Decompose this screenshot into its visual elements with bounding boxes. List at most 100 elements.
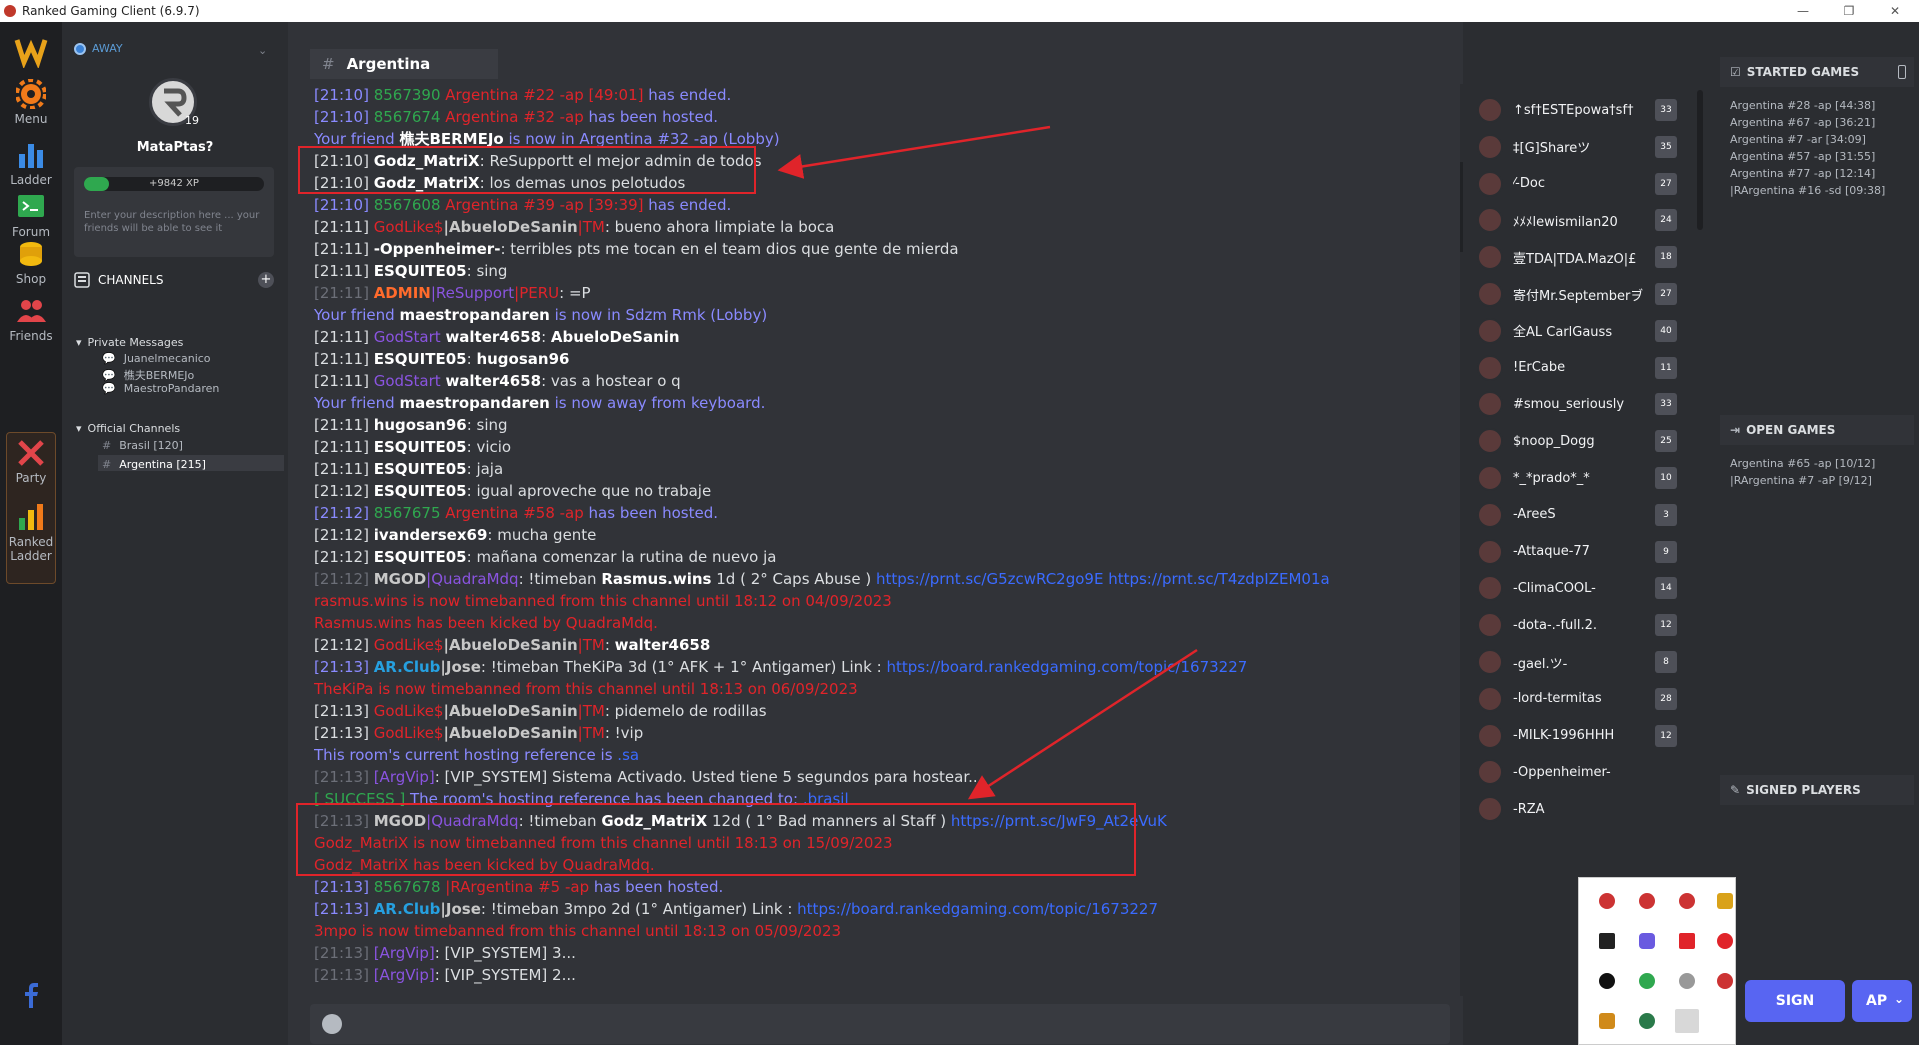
game-item[interactable]: Argentina #28 -ap [44:38] xyxy=(1730,97,1885,114)
sign-button[interactable]: SIGN xyxy=(1745,980,1845,1022)
member-item[interactable]: 全AL CarlGauss 40 xyxy=(1477,313,1677,349)
member-avatar xyxy=(1477,759,1503,786)
game-item[interactable]: Argentina #7 -ar [34:09] xyxy=(1730,131,1885,148)
scroll-indicator-icon xyxy=(1898,65,1906,79)
member-name: 全AL CarlGauss xyxy=(1513,325,1613,341)
member-item[interactable]: $noop_Dogg 25 xyxy=(1477,423,1677,459)
member-level-badge: 33 xyxy=(1655,393,1677,416)
member-item[interactable]: *_*prado*_* 10 xyxy=(1477,460,1677,496)
member-name: ⁄-Doc xyxy=(1513,176,1545,192)
member-avatar xyxy=(1477,317,1503,344)
tray-app-icon[interactable] xyxy=(1639,1013,1655,1029)
member-item[interactable]: 壹TDA|TDA.MazO|£ 18 xyxy=(1477,239,1677,275)
member-level-badge: 27 xyxy=(1655,283,1677,305)
member-avatar xyxy=(1477,538,1503,565)
member-avatar xyxy=(1477,354,1503,381)
tray-controller-icon[interactable] xyxy=(1639,933,1655,949)
member-name: -Oppenheimer- xyxy=(1513,764,1611,780)
member-level-badge: 3 xyxy=(1655,503,1677,526)
mode-label: AP xyxy=(1866,993,1888,1009)
member-avatar xyxy=(1477,170,1503,197)
member-name: !ErCabe xyxy=(1513,360,1566,376)
member-item[interactable]: -RZA xyxy=(1477,791,1677,827)
game-item[interactable]: Argentina #77 -ap [12:14] xyxy=(1730,165,1885,182)
member-name: $noop_Dogg xyxy=(1513,433,1595,449)
member-level-badge: 9 xyxy=(1655,540,1677,563)
tray-amd-icon[interactable] xyxy=(1679,933,1695,949)
member-name: -AreeS xyxy=(1513,507,1556,523)
tray-app-icon[interactable] xyxy=(1599,893,1615,909)
member-avatar xyxy=(1477,281,1503,307)
tray-mic-icon[interactable] xyxy=(1717,973,1733,989)
member-name: -gael.ツ- xyxy=(1513,656,1568,672)
member-item[interactable]: -ClimaCOOL- 14 xyxy=(1477,570,1677,606)
member-item[interactable]: ﾒﾒﾒlewismilan20 24 xyxy=(1477,202,1677,238)
tray-app-icon[interactable] xyxy=(1639,893,1655,909)
member-item[interactable]: !ErCabe 11 xyxy=(1477,350,1677,386)
member-avatar xyxy=(1477,575,1503,602)
tray-lock-icon[interactable] xyxy=(1599,1013,1615,1029)
member-level-badge: 35 xyxy=(1655,135,1677,158)
games-panel: ☑ STARTED GAMES Argentina #28 -ap [44:38… xyxy=(1712,55,1919,1045)
member-item[interactable]: -lord-termitas 28 xyxy=(1477,681,1677,717)
member-level-badge: 18 xyxy=(1655,246,1677,269)
started-games-title: STARTED GAMES xyxy=(1746,65,1860,79)
member-avatar xyxy=(1477,244,1503,271)
member-item[interactable]: #smou_seriously 33 xyxy=(1477,386,1677,422)
member-name: -dota-.-full.2. xyxy=(1513,617,1598,633)
started-games-header: ☑ STARTED GAMES xyxy=(1720,57,1914,87)
member-name: 寄付Mr.Septemberヺ xyxy=(1513,288,1644,304)
member-item[interactable]: ↑sf†ESTEpowa†sf† 33 xyxy=(1477,92,1677,128)
member-avatar xyxy=(1477,722,1503,749)
tray-feather-icon[interactable] xyxy=(1675,1009,1699,1033)
member-item[interactable]: ‡[G]Shareツ 35 xyxy=(1477,129,1677,165)
member-name: ↑sf†ESTEpowa†sf† xyxy=(1513,102,1634,118)
member-name: ‡[G]Shareツ xyxy=(1513,141,1591,157)
game-item[interactable]: |RArgentina #7 -aP [9/12] xyxy=(1730,472,1875,489)
member-level-badge: 8 xyxy=(1655,651,1677,673)
system-tray-popup xyxy=(1578,877,1736,1045)
member-item[interactable]: -MILK-1996HHH 12 xyxy=(1477,718,1677,754)
member-level-badge: 11 xyxy=(1655,356,1677,379)
member-level-badge: 28 xyxy=(1655,687,1677,710)
member-level-badge: 33 xyxy=(1655,99,1677,121)
member-item[interactable]: -gael.ツ- 8 xyxy=(1477,644,1677,680)
enter-icon: ⇥ xyxy=(1730,423,1741,437)
tray-app-icon[interactable] xyxy=(1717,933,1733,949)
member-item[interactable]: -Oppenheimer- xyxy=(1477,754,1677,790)
member-item[interactable]: -Attaque-77 9 xyxy=(1477,534,1677,570)
signed-players-header: ✎ SIGNED PLAYERS xyxy=(1720,775,1914,805)
tray-logitech-icon[interactable] xyxy=(1599,973,1615,989)
member-item[interactable]: -dota-.-full.2. 12 xyxy=(1477,607,1677,643)
chevron-down-icon: ⌄ xyxy=(1893,992,1904,1006)
mode-dropdown[interactable]: AP ⌄ xyxy=(1852,980,1912,1022)
member-avatar xyxy=(1477,685,1503,712)
member-level-badge: 14 xyxy=(1655,577,1677,600)
member-level-badge: 10 xyxy=(1655,467,1677,489)
tray-app-icon[interactable] xyxy=(1679,893,1695,909)
game-item[interactable]: Argentina #67 -ap [36:21] xyxy=(1730,114,1885,131)
member-item[interactable]: 寄付Mr.Septemberヺ 27 xyxy=(1477,276,1677,312)
member-name: *_*prado*_* xyxy=(1513,470,1590,486)
member-item[interactable]: -AreeS 3 xyxy=(1477,497,1677,533)
member-name: ﾒﾒﾒlewismilan20 xyxy=(1513,214,1618,230)
tray-nvidia-icon[interactable] xyxy=(1639,973,1655,989)
members-scrollbar-thumb[interactable] xyxy=(1697,90,1703,230)
tray-epic-icon[interactable] xyxy=(1599,933,1615,949)
member-avatar xyxy=(1477,97,1503,123)
member-name: 壹TDA|TDA.MazO|£ xyxy=(1513,251,1637,267)
game-item[interactable]: Argentina #65 -ap [10/12] xyxy=(1730,455,1875,472)
game-item[interactable]: Argentina #57 -ap [31:55] xyxy=(1730,148,1885,165)
annotation-arrow xyxy=(967,648,1198,800)
member-avatar xyxy=(1477,391,1503,418)
annotation-arrow xyxy=(777,125,1051,179)
member-avatar xyxy=(1477,428,1503,455)
tray-shield-icon[interactable] xyxy=(1717,893,1733,909)
open-games-title: OPEN GAMES xyxy=(1746,423,1836,437)
checkbox-icon: ☑ xyxy=(1730,65,1741,79)
tray-app-icon[interactable] xyxy=(1679,973,1695,989)
member-name: -RZA xyxy=(1513,801,1545,817)
member-level-badge: 27 xyxy=(1655,172,1677,195)
member-item[interactable]: ⁄-Doc 27 xyxy=(1477,166,1677,202)
game-item[interactable]: |RArgentina #16 -sd [09:38] xyxy=(1730,182,1885,199)
